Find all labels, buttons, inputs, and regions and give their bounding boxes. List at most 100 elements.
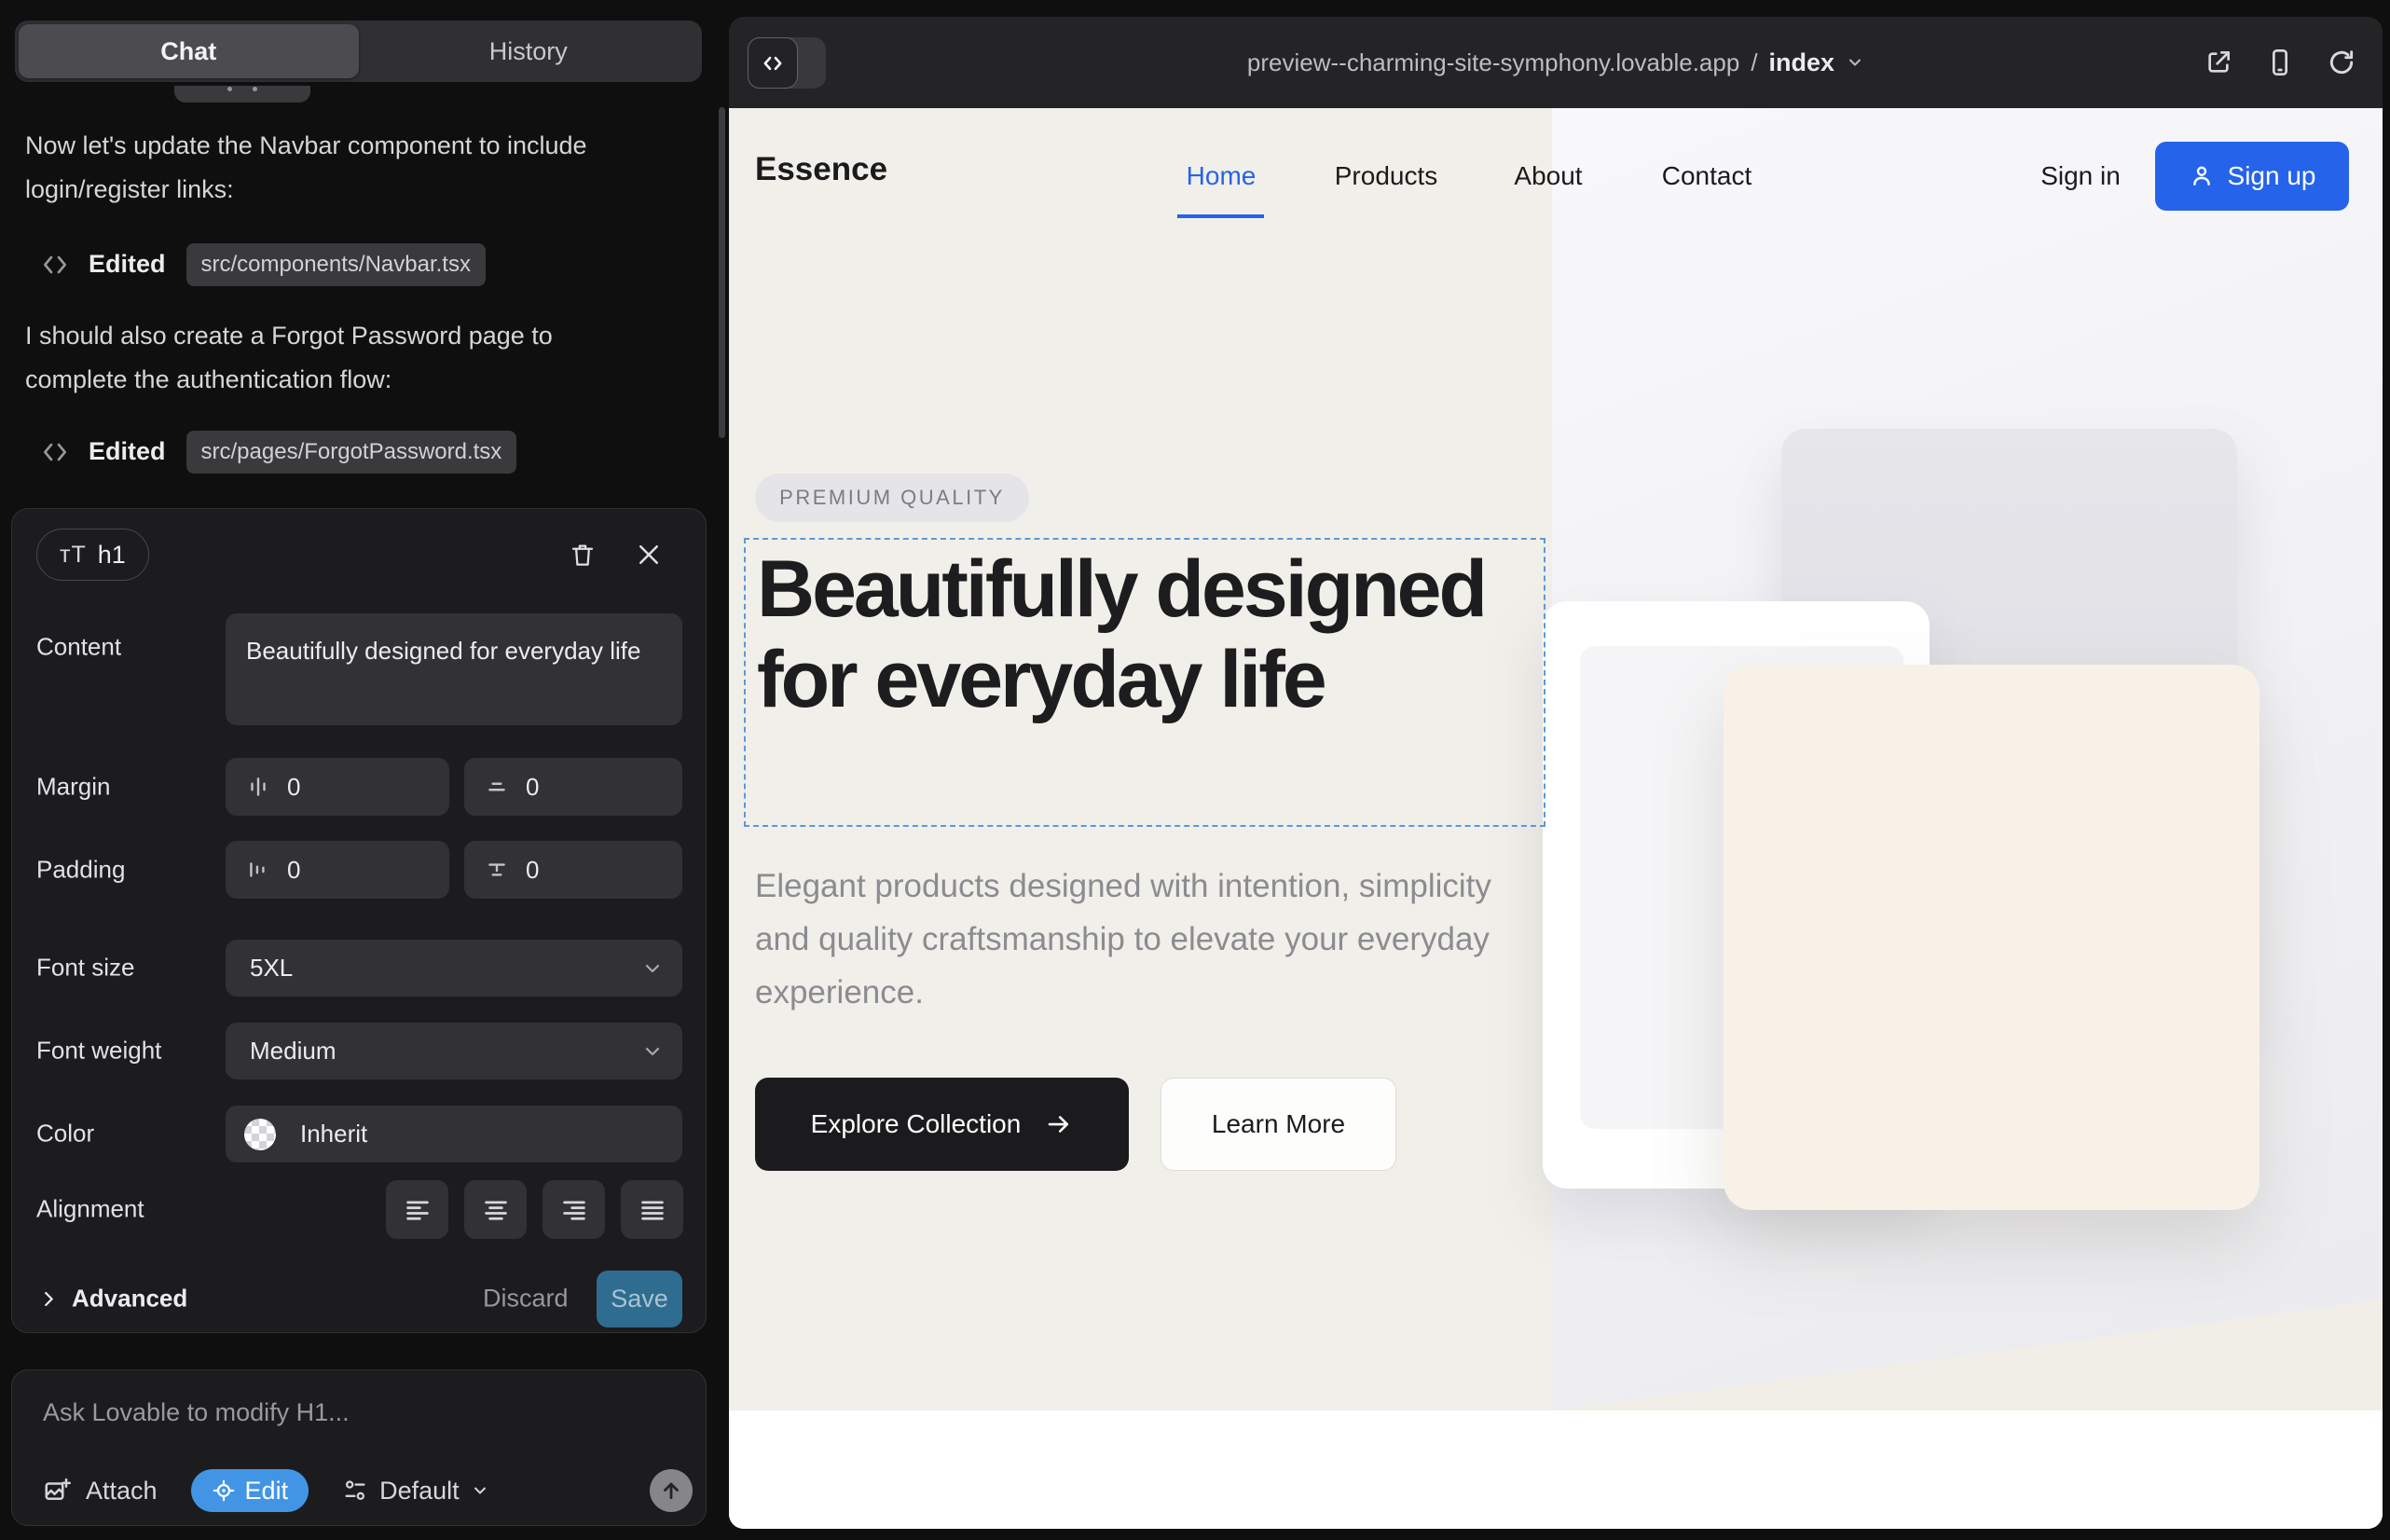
padding-label: Padding: [36, 856, 125, 885]
element-tag-pill[interactable]: ᴛT h1: [36, 529, 149, 581]
font-size-select[interactable]: 5XL: [226, 940, 682, 997]
site-preview: Essence Home Products About Contact Sign…: [729, 108, 2383, 1529]
padding-vertical-icon: [485, 858, 509, 882]
margin-horizontal-input[interactable]: 0: [226, 758, 449, 816]
alignment-buttons: [386, 1180, 683, 1239]
element-editor-panel: ᴛT h1 Content Beautifully designed for e…: [11, 508, 707, 1333]
hero-badge: PREMIUM QUALITY: [755, 474, 1029, 522]
chat-message: Now let's update the Navbar component to…: [25, 124, 636, 212]
edited-label: Edited: [89, 250, 166, 279]
font-weight-label: Font weight: [36, 1037, 161, 1066]
placeholder-card-cream: [1724, 665, 2260, 1210]
url-page: index: [1769, 48, 1835, 77]
close-panel-button[interactable]: [628, 534, 669, 575]
font-size-label: Font size: [36, 954, 135, 983]
discard-button[interactable]: Discard: [483, 1285, 569, 1313]
padding-horizontal-icon: [246, 858, 270, 882]
tab-history[interactable]: History: [359, 24, 699, 78]
mobile-view-button[interactable]: [2261, 44, 2299, 81]
sidebar-tabbar: Chat History: [15, 21, 702, 82]
send-button[interactable]: [650, 1469, 693, 1512]
nav-contact[interactable]: Contact: [1662, 161, 1752, 191]
chevron-right-icon: [38, 1288, 59, 1309]
url-domain: preview--charming-site-symphony.lovable.…: [1247, 48, 1739, 77]
sign-in-link[interactable]: Sign in: [2040, 161, 2121, 191]
font-weight-select[interactable]: Medium: [226, 1023, 682, 1079]
padding-vertical-input[interactable]: 0: [464, 841, 682, 899]
delete-element-button[interactable]: [562, 534, 603, 575]
chevron-down-icon: [641, 1040, 664, 1063]
content-textarea[interactable]: Beautifully designed for everyday life: [226, 613, 682, 725]
color-label: Color: [36, 1120, 94, 1148]
edited-label: Edited: [89, 437, 166, 466]
preview-window: preview--charming-site-symphony.lovable.…: [729, 17, 2383, 1529]
align-left-icon: [404, 1198, 432, 1222]
composer-toolbar: Attach Edit Default: [43, 1469, 489, 1512]
padding-horizontal-input[interactable]: 0: [226, 841, 449, 899]
nav-home[interactable]: Home: [1187, 161, 1257, 191]
hero-headline: Beautifully designed for everyday life: [757, 544, 1540, 725]
sliders-icon: [342, 1478, 368, 1504]
active-nav-underline: [1177, 214, 1264, 218]
arrow-right-icon: [1045, 1110, 1073, 1138]
sign-up-button[interactable]: Sign up: [2155, 142, 2349, 211]
browser-actions: [2200, 17, 2360, 108]
refresh-button[interactable]: [2323, 44, 2360, 81]
margin-horizontal-icon: [246, 775, 270, 799]
edited-file-row[interactable]: Edited src/components/Navbar.tsx: [40, 241, 486, 287]
composer-input[interactable]: [43, 1398, 658, 1427]
site-logo[interactable]: Essence: [755, 151, 887, 188]
target-icon: [212, 1478, 236, 1503]
close-icon: [635, 541, 663, 569]
chat-message: I should also create a Forgot Password p…: [25, 314, 636, 402]
element-tag: h1: [98, 541, 126, 570]
url-bar[interactable]: preview--charming-site-symphony.lovable.…: [729, 17, 2383, 108]
color-swatch-transparent: [244, 1119, 276, 1150]
smartphone-icon: [2265, 48, 2295, 77]
file-badge[interactable]: src/components/Navbar.tsx: [186, 243, 486, 286]
user-icon: [2189, 163, 2215, 189]
learn-more-button[interactable]: Learn More: [1161, 1078, 1396, 1171]
margin-vertical-icon: [485, 775, 509, 799]
mode-select[interactable]: Default: [342, 1477, 489, 1506]
chat-composer: Attach Edit Default: [11, 1369, 707, 1526]
hero-description: Elegant products designed with intention…: [755, 859, 1529, 1019]
arrow-up-icon: [659, 1478, 683, 1503]
chevron-down-icon: [641, 957, 664, 980]
margin-label: Margin: [36, 773, 110, 802]
chat-scrollbar[interactable]: [719, 107, 725, 438]
content-label: Content: [36, 633, 121, 662]
open-external-button[interactable]: [2200, 44, 2237, 81]
align-center-icon: [482, 1198, 510, 1222]
code-icon: [40, 250, 70, 280]
advanced-toggle[interactable]: Advanced: [38, 1285, 187, 1313]
align-right-button[interactable]: [543, 1180, 605, 1239]
attach-button[interactable]: Attach: [86, 1477, 158, 1506]
edited-file-row[interactable]: Edited src/pages/ForgotPassword.tsx: [40, 429, 516, 474]
nav-about[interactable]: About: [1514, 161, 1582, 191]
edit-mode-button[interactable]: Edit: [191, 1469, 309, 1512]
file-badge[interactable]: src/pages/ForgotPassword.tsx: [186, 431, 517, 474]
margin-vertical-input[interactable]: 0: [464, 758, 682, 816]
selected-element-outline[interactable]: Beautifully designed for everyday life: [744, 538, 1545, 827]
scrolled-chip-fragment: [174, 86, 310, 103]
align-center-button[interactable]: [464, 1180, 527, 1239]
align-justify-button[interactable]: [621, 1180, 683, 1239]
attach-image-icon: [43, 1477, 71, 1505]
next-section-strip: [729, 1410, 2383, 1529]
trash-icon: [569, 541, 597, 569]
align-right-icon: [560, 1198, 588, 1222]
color-select[interactable]: Inherit: [226, 1106, 682, 1162]
refresh-icon: [2327, 48, 2356, 77]
alignment-label: Alignment: [36, 1195, 144, 1224]
external-link-icon: [2204, 48, 2233, 77]
align-justify-icon: [639, 1198, 666, 1222]
nav-products[interactable]: Products: [1335, 161, 1438, 191]
explore-collection-button[interactable]: Explore Collection: [755, 1078, 1129, 1171]
tab-chat[interactable]: Chat: [19, 24, 359, 78]
chevron-down-icon: [1846, 53, 1864, 72]
align-left-button[interactable]: [386, 1180, 448, 1239]
save-button[interactable]: Save: [597, 1271, 682, 1327]
chevron-down-icon: [471, 1481, 489, 1500]
typography-icon: ᴛT: [60, 542, 87, 569]
